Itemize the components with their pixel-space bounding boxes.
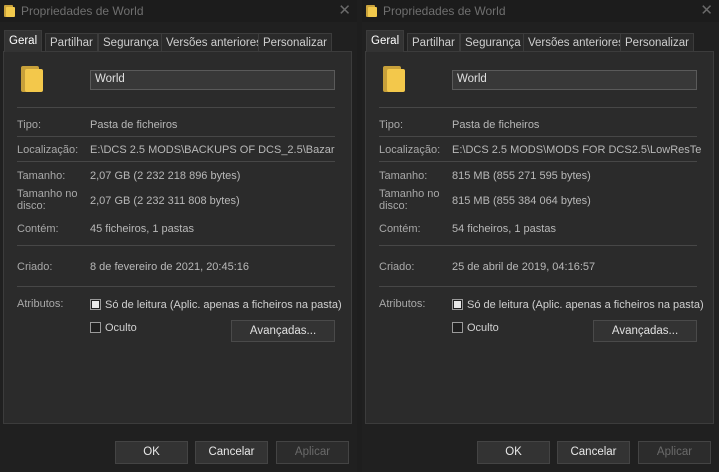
localizacao-label: Localização: [17,144,79,156]
folder-name-input[interactable]: World [452,70,697,90]
tamanho-label: Tamanho: [379,170,428,182]
hidden-label[interactable]: Oculto [105,322,137,334]
cancel-button[interactable]: Cancelar [557,441,630,464]
tab-geral[interactable]: Geral [4,30,43,52]
properties-window-left: Propriedades de World ✕ Geral Partilhar … [0,0,357,472]
folder-icon [383,66,405,92]
tab-partilhar[interactable]: Partilhar [45,33,98,51]
tamanho-disco-value: 2,07 GB (2 232 311 808 bytes) [90,195,240,207]
criado-value: 8 de fevereiro de 2021, 20:45:16 [90,261,250,273]
readonly-checkbox[interactable] [90,299,101,310]
readonly-label[interactable]: Só de leitura (Aplic. apenas a ficheiros… [105,299,342,311]
tamanho-disco-value: 815 MB (855 384 064 bytes) [452,195,591,207]
folder-name-input[interactable]: World [90,70,335,90]
hidden-checkbox[interactable] [90,322,101,333]
tamanho-value: 2,07 GB (2 232 218 896 bytes) [90,170,241,182]
tamanho-value: 815 MB (855 271 595 bytes) [452,170,591,182]
localizacao-value: E:\DCS 2.5 MODS\BACKUPS OF DCS_2.5\Bazar [90,144,335,156]
title-bar[interactable]: Propriedades de World ✕ [362,0,719,22]
tamanho-disco-label-2: disco: [17,200,46,212]
tamanho-disco-label: Tamanho no [17,188,78,200]
tipo-value: Pasta de ficheiros [452,119,540,131]
folder-icon [366,5,377,17]
apply-button[interactable]: Aplicar [276,441,349,464]
tipo-label: Tipo: [17,119,42,131]
separator [17,161,335,162]
separator [17,136,335,137]
separator [379,161,697,162]
tab-geral[interactable]: Geral [366,30,405,52]
close-icon[interactable]: ✕ [700,1,713,19]
atributos-label: Atributos: [379,298,426,310]
general-panel: World Tipo: Pasta de ficheiros Localizaç… [365,51,714,424]
localizacao-label: Localização: [379,144,441,156]
tipo-label: Tipo: [379,119,404,131]
separator [379,245,697,246]
tab-personalizar[interactable]: Personalizar [620,33,694,51]
readonly-checkbox[interactable] [452,299,463,310]
separator [379,286,697,287]
tamanho-disco-label-2: disco: [379,200,408,212]
tab-versoes-anteriores[interactable]: Versões anteriores [161,33,267,51]
criado-label: Criado: [379,261,415,273]
advanced-button[interactable]: Avançadas... [593,320,697,342]
hidden-checkbox[interactable] [452,322,463,333]
tab-personalizar[interactable]: Personalizar [258,33,332,51]
tipo-value: Pasta de ficheiros [90,119,178,131]
tamanho-disco-label: Tamanho no [379,188,440,200]
window-title: Propriedades de World [383,4,506,18]
tab-seguranca[interactable]: Segurança [98,33,164,51]
advanced-button[interactable]: Avançadas... [231,320,335,342]
contem-label: Contém: [17,223,59,235]
tab-partilhar[interactable]: Partilhar [407,33,460,51]
hidden-label[interactable]: Oculto [467,322,499,334]
folder-icon [21,66,43,92]
folder-icon [4,5,15,17]
atributos-label: Atributos: [17,298,64,310]
ok-button[interactable]: OK [115,441,188,464]
tamanho-label: Tamanho: [17,170,66,182]
separator [17,107,335,108]
contem-value: 45 ficheiros, 1 pastas [90,223,194,235]
separator [17,286,335,287]
general-panel: World Tipo: Pasta de ficheiros Localizaç… [3,51,352,424]
contem-label: Contém: [379,223,421,235]
separator [379,136,697,137]
properties-window-right: Propriedades de World ✕ Geral Partilhar … [362,0,719,472]
ok-button[interactable]: OK [477,441,550,464]
separator [379,107,697,108]
window-title: Propriedades de World [21,4,144,18]
apply-button[interactable]: Aplicar [638,441,711,464]
criado-label: Criado: [17,261,53,273]
close-icon[interactable]: ✕ [338,1,351,19]
readonly-label[interactable]: Só de leitura (Aplic. apenas a ficheiros… [467,299,704,311]
tab-seguranca[interactable]: Segurança [460,33,526,51]
title-bar[interactable]: Propriedades de World ✕ [0,0,357,22]
cancel-button[interactable]: Cancelar [195,441,268,464]
separator [17,245,335,246]
criado-value: 25 de abril de 2019, 04:16:57 [452,261,596,273]
contem-value: 54 ficheiros, 1 pastas [452,223,556,235]
localizacao-value: E:\DCS 2.5 MODS\MODS FOR DCS2.5\LowResTe [452,144,702,156]
tab-versoes-anteriores[interactable]: Versões anteriores [523,33,629,51]
